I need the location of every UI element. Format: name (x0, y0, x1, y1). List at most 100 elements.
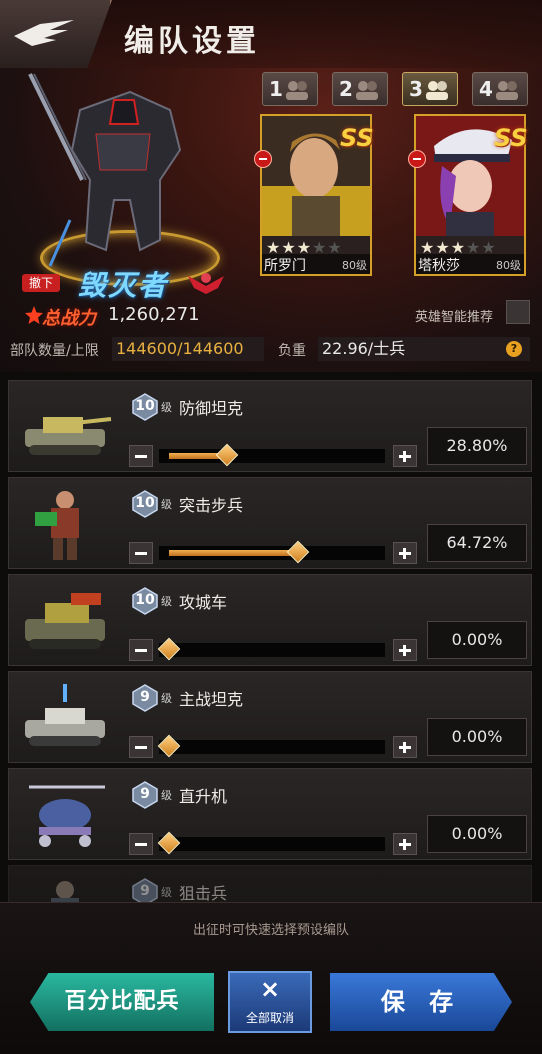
unit-level-suffix: 级 (161, 886, 172, 899)
slider-thumb[interactable] (287, 540, 310, 564)
formation-slot-4[interactable]: 4 (472, 72, 528, 106)
decrease-button[interactable] (129, 833, 153, 855)
hero-recommend-checkbox[interactable] (506, 300, 530, 324)
unit-percent[interactable]: 0.00% (427, 621, 527, 659)
slider-thumb[interactable] (157, 637, 181, 661)
unit-level-suffix: 级 (161, 401, 172, 414)
percent-allocate-button[interactable]: 百分比配兵 (30, 973, 214, 1031)
unit-level-badge: 10 (131, 393, 159, 421)
unit-percent[interactable]: 64.72% (427, 524, 527, 562)
unit-name: 主战坦克 (179, 690, 244, 709)
unit-level-suffix: 级 (161, 595, 172, 608)
hero-level: 80级 (342, 259, 367, 272)
increase-button[interactable] (393, 542, 417, 564)
formation-slot-2[interactable]: 2 (332, 72, 388, 106)
unit-level-suffix: 级 (161, 498, 172, 511)
unit-level: 9 (140, 786, 150, 802)
siege-vehicle-icon (25, 593, 105, 649)
unit-slider[interactable] (157, 831, 385, 855)
unit-level: 10 (135, 495, 155, 511)
remove-hero-2-button[interactable] (408, 150, 426, 168)
hero-name: 所罗门 (264, 258, 306, 274)
decrease-button[interactable] (129, 445, 153, 467)
unit-level-badge: 9 (131, 878, 159, 902)
hero-level: 80级 (496, 259, 521, 272)
helicopter-icon (29, 785, 105, 847)
unit-row-defense-tank: 10 级 防御坦克 28.80% (8, 380, 532, 472)
page-title: 编队设置 (124, 24, 260, 59)
unit-percent[interactable]: 28.80% (427, 427, 527, 465)
cancel-all-label: 全部取消 (245, 1011, 294, 1025)
hero-name-row: 塔秋莎 80级 (416, 254, 524, 274)
increase-button[interactable] (393, 736, 417, 758)
unit-list[interactable]: 10 级 防御坦克 28.80% 10 级 突击步兵 64.72% 10 级 攻… (0, 372, 542, 902)
back-button[interactable] (0, 0, 112, 68)
unit-name: 攻城车 (179, 593, 228, 612)
unit-level-badge: 10 (131, 587, 159, 615)
mech-figure-icon (28, 73, 182, 267)
unit-level: 10 (135, 592, 155, 608)
troop-stats-bar: 部队数量/上限 144600/144600 负重 22.96/士兵 (0, 334, 542, 364)
assault-infantry-icon (35, 491, 79, 560)
unit-level-badge: 9 (131, 781, 159, 809)
sniper-icon (51, 881, 79, 902)
unit-row-helicopter: 9 级 直升机 0.00% (8, 768, 532, 860)
formation-slot-tabs: 1 2 3 4 (262, 72, 532, 108)
formation-slot-1[interactable]: 1 (262, 72, 318, 106)
slider-thumb[interactable] (157, 831, 181, 855)
slot-number: 1 (269, 77, 283, 101)
decrease-button[interactable] (129, 542, 153, 564)
slot-number: 2 (339, 77, 353, 101)
slot-number: 3 (409, 77, 423, 101)
remove-mech-button[interactable]: 撤下 (22, 274, 60, 292)
load-value: 22.96/士兵 (318, 337, 530, 361)
hero-name-row: 所罗门 80级 (262, 254, 370, 274)
group-icon (426, 81, 448, 100)
increase-button[interactable] (393, 639, 417, 661)
hero-recommend-label: 英雄智能推荐 (415, 310, 494, 325)
increase-button[interactable] (393, 445, 417, 467)
unit-level-suffix: 级 (161, 692, 172, 705)
unit-level-suffix: 级 (161, 789, 172, 802)
main-battle-tank-icon (25, 684, 105, 746)
save-button[interactable]: 保 存 (330, 973, 512, 1031)
formation-slot-3[interactable]: 3 (402, 72, 458, 106)
decrease-button[interactable] (129, 639, 153, 661)
unit-percent[interactable]: 0.00% (427, 718, 527, 756)
close-icon: × (259, 975, 281, 1003)
unit-slider[interactable] (157, 734, 385, 758)
troops-value: 144600/144600 (112, 337, 264, 361)
unit-name: 突击步兵 (179, 496, 244, 515)
slot-number: 4 (479, 77, 493, 101)
unit-name: 狙击兵 (179, 884, 228, 902)
eagle-back-icon (14, 20, 74, 46)
unit-row-assault-infantry: 10 级 突击步兵 64.72% (8, 477, 532, 569)
footer-bar: 出征时可快速选择预设编队 百分比配兵 × 全部取消 保 存 (0, 902, 542, 1054)
cancel-all-button[interactable]: × 全部取消 (228, 971, 312, 1033)
total-power-label: 总战力 (42, 308, 96, 329)
help-icon[interactable]: ? (506, 341, 522, 357)
slider-thumb[interactable] (157, 734, 181, 758)
unit-name: 直升机 (179, 787, 228, 806)
unit-level: 9 (140, 689, 150, 705)
increase-button[interactable] (393, 833, 417, 855)
hero-grade-badge: SS (494, 124, 528, 152)
unit-level-badge: 10 (131, 490, 159, 518)
unit-level: 10 (135, 398, 155, 414)
remove-hero-1-button[interactable] (254, 150, 272, 168)
group-icon (356, 81, 378, 100)
unit-percent[interactable]: 0.00% (427, 815, 527, 853)
decrease-button[interactable] (129, 736, 153, 758)
slider-thumb[interactable] (215, 443, 238, 467)
group-icon (286, 81, 308, 100)
unit-row-sniper: 9 级 狙击兵 (8, 865, 532, 902)
header-bar: 编队设置 (0, 0, 542, 68)
unit-slider[interactable] (159, 443, 385, 467)
unit-slider[interactable] (157, 637, 385, 661)
hero-name: 塔秋莎 (418, 258, 460, 274)
group-icon (496, 81, 518, 100)
unit-name: 防御坦克 (179, 399, 244, 418)
unit-level-badge: 9 (131, 684, 159, 712)
unit-slider[interactable] (159, 540, 385, 564)
unit-row-siege-vehicle: 10 级 攻城车 0.00% (8, 574, 532, 666)
